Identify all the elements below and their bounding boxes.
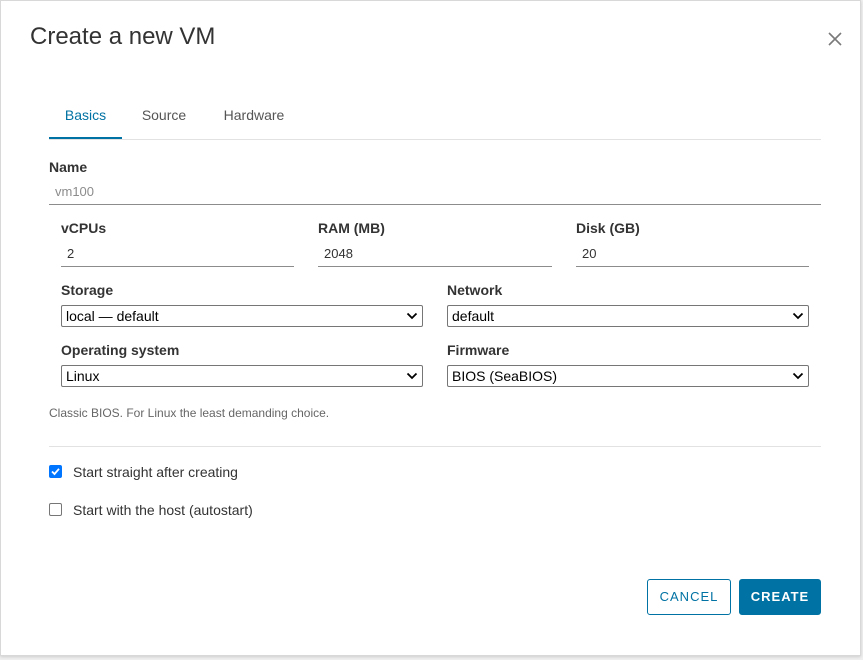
disk-label: Disk (GB) (576, 220, 640, 236)
storage-selected-value: local — default (66, 308, 159, 324)
ram-input[interactable] (318, 241, 552, 267)
chevron-down-icon (792, 372, 804, 380)
storage-select[interactable]: local — default (61, 305, 423, 327)
firmware-label: Firmware (447, 342, 510, 358)
network-selected-value: default (452, 308, 495, 324)
disk-input[interactable] (576, 241, 809, 267)
start-after-create-checkbox[interactable] (49, 465, 62, 478)
network-label: Network (447, 282, 503, 298)
os-select[interactable]: Linux (61, 365, 423, 387)
vcpus-input[interactable] (61, 241, 294, 267)
chevron-down-icon (406, 312, 418, 320)
autostart-checkbox[interactable] (49, 503, 62, 516)
close-icon (828, 32, 842, 46)
section-divider (49, 446, 821, 447)
chevron-down-icon (792, 312, 804, 320)
os-label: Operating system (61, 342, 180, 358)
start-after-create-label[interactable]: Start straight after creating (73, 464, 238, 480)
autostart-label[interactable]: Start with the host (autostart) (73, 502, 253, 518)
check-icon (51, 468, 60, 476)
storage-label: Storage (61, 282, 114, 298)
tab-source[interactable]: Source (135, 97, 193, 137)
name-input[interactable] (49, 179, 821, 205)
tab-basics[interactable]: Basics (49, 97, 122, 139)
create-vm-dialog: Create a new VM Basics Source Hardware N… (0, 0, 861, 656)
name-label: Name (49, 159, 88, 175)
close-button[interactable] (825, 29, 845, 49)
firmware-helper-text: Classic BIOS. For Linux the least demand… (49, 406, 330, 420)
create-button[interactable]: CREATE (739, 579, 821, 615)
cancel-button[interactable]: CANCEL (647, 579, 731, 615)
ram-label: RAM (MB) (318, 220, 385, 236)
tab-hardware[interactable]: Hardware (217, 97, 291, 137)
chevron-down-icon (406, 372, 418, 380)
dialog-title: Create a new VM (30, 23, 216, 50)
network-select[interactable]: default (447, 305, 809, 327)
firmware-selected-value: BIOS (SeaBIOS) (452, 368, 558, 384)
vcpus-label: vCPUs (61, 220, 107, 236)
firmware-select[interactable]: BIOS (SeaBIOS) (447, 365, 809, 387)
tab-bar: Basics Source Hardware (49, 97, 821, 140)
os-selected-value: Linux (66, 368, 100, 384)
